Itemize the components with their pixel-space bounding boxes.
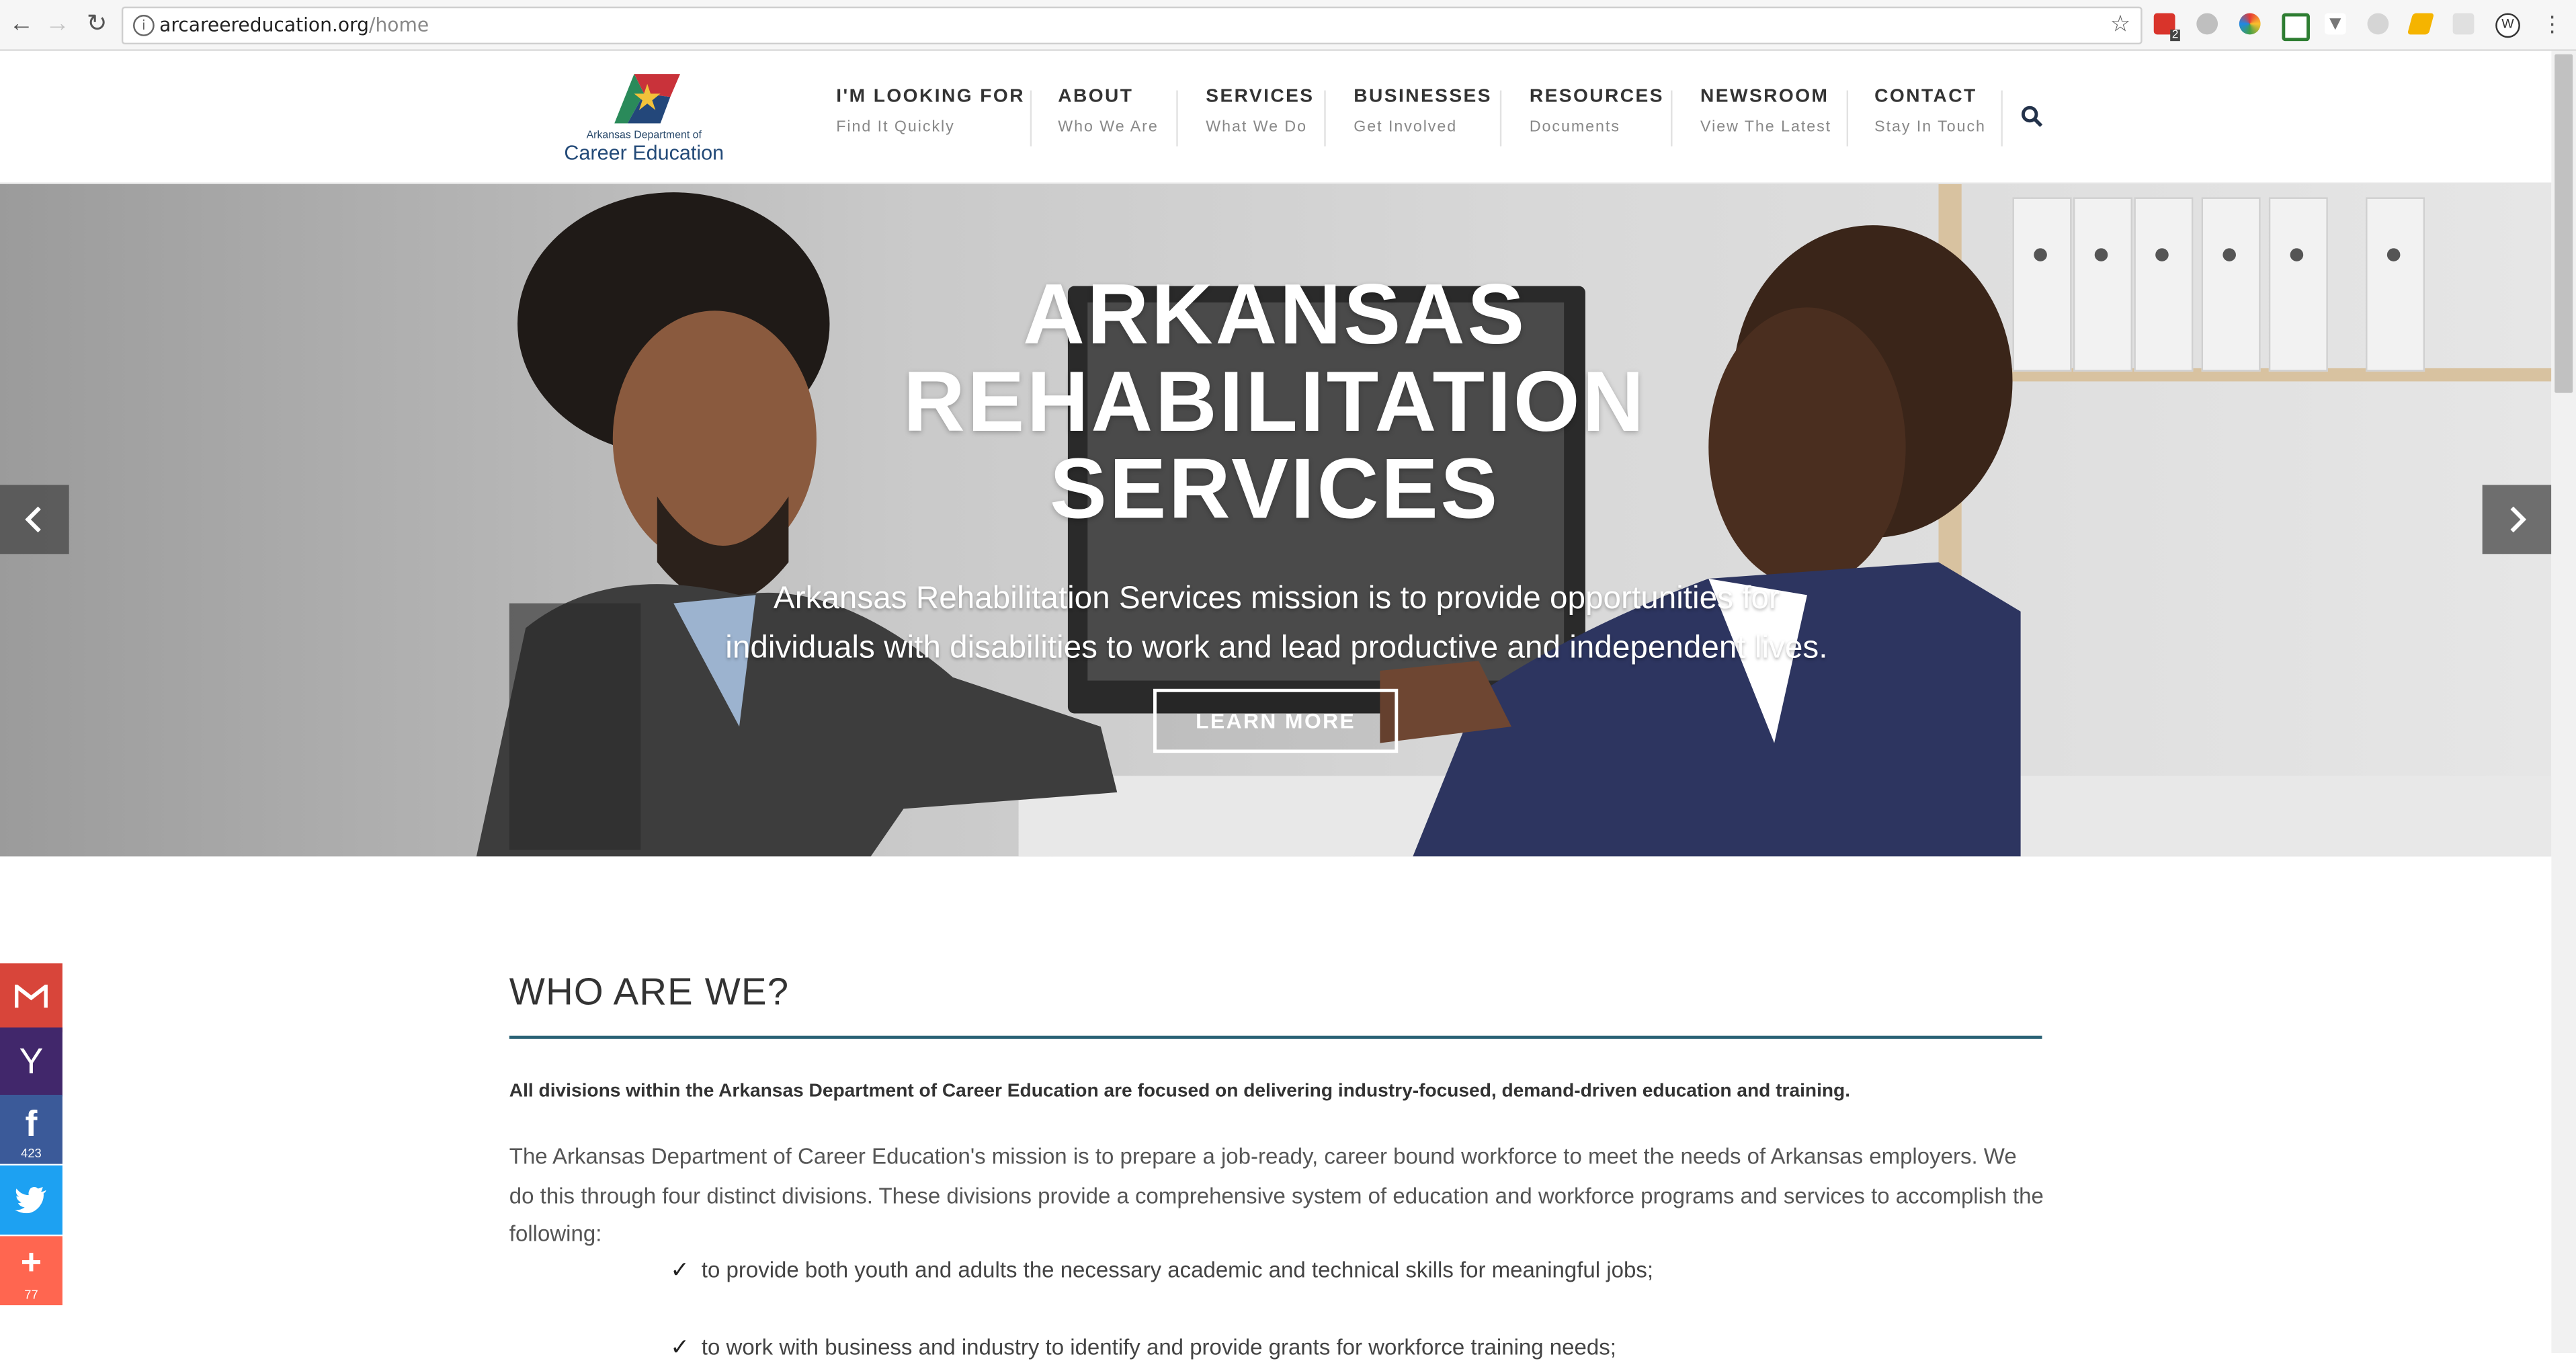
slider-next-button[interactable] — [2482, 485, 2552, 554]
scrollbar-thumb[interactable] — [2554, 54, 2573, 393]
menu-divider — [1499, 90, 1502, 147]
title-divider — [509, 1035, 2042, 1039]
twitter-share-button[interactable] — [0, 1165, 63, 1235]
search-icon[interactable] — [2021, 106, 2044, 128]
facebook-icon: f — [25, 1103, 38, 1145]
menu-item-newsroom[interactable]: NEWSROOM View The Latest — [1700, 87, 1831, 136]
logo-line-2: Career Education — [564, 141, 724, 165]
site-header: Arkansas Department of Career Education … — [0, 50, 2552, 184]
info-icon[interactable]: i — [133, 15, 155, 36]
bookmark-star-icon[interactable]: ☆ — [2110, 10, 2131, 38]
extension-grey-icon[interactable] — [2367, 13, 2389, 35]
extension-gmail-checker-icon[interactable]: 2 — [2153, 13, 2180, 42]
list-item: ✓ to provide both youth and adults the ne… — [670, 1256, 1653, 1284]
plus-icon: + — [20, 1241, 42, 1282]
site-logo[interactable]: Arkansas Department of Career Education — [558, 67, 729, 169]
menu-divider — [1176, 90, 1178, 147]
extension-color-icon[interactable] — [2239, 13, 2261, 35]
forward-icon[interactable]: → — [43, 10, 73, 40]
extension-drive-icon[interactable] — [2196, 13, 2218, 35]
reload-icon[interactable]: ↻ — [82, 10, 112, 40]
menu-item-about[interactable]: ABOUT Who We Are — [1058, 87, 1158, 136]
menu-divider — [1846, 90, 1849, 147]
yahoo-icon: Y — [19, 1040, 44, 1082]
more-share-count: 77 — [24, 1287, 38, 1303]
page-scrollbar[interactable] — [2551, 50, 2576, 1353]
menu-divider — [1030, 90, 1032, 147]
section-title: WHO ARE WE? — [509, 970, 790, 1013]
chevron-right-icon — [2510, 506, 2527, 533]
extension-pocket-icon[interactable] — [2282, 13, 2310, 42]
yahoo-share-button[interactable]: Y — [0, 1027, 63, 1097]
extension-box-icon[interactable] — [2452, 13, 2475, 35]
checkmark-icon: ✓ — [670, 1255, 690, 1282]
learn-more-button[interactable]: LEARN MORE — [1153, 688, 1399, 753]
mission-paragraph: The Arkansas Department of Career Educat… — [509, 1144, 2044, 1246]
list-item: ✓ to work with business and industry to i… — [670, 1333, 1616, 1361]
facebook-share-button[interactable]: f 423 — [0, 1094, 63, 1164]
extension-vue-icon[interactable]: ▼ — [2324, 12, 2346, 35]
hero-description: Arkansas Rehabilitation Services mission… — [725, 580, 1828, 666]
gmail-share-button[interactable] — [0, 963, 63, 1033]
browser-menu-icon[interactable]: ⋮ — [2542, 11, 2563, 38]
lead-text: All divisions within the Arkansas Depart… — [509, 1081, 1851, 1102]
menu-item-contact[interactable]: CONTACT Stay In Touch — [1874, 87, 1986, 136]
logo-mark-icon — [614, 74, 681, 124]
extension-pencil-icon[interactable] — [2407, 13, 2435, 35]
menu-divider — [2001, 90, 2003, 147]
menu-item-looking-for[interactable]: I'M LOOKING FOR Find It Quickly — [836, 87, 1025, 136]
checkmark-icon: ✓ — [670, 1333, 690, 1360]
chevron-left-icon — [25, 506, 41, 533]
menu-divider — [1671, 90, 1673, 147]
facebook-share-count: 423 — [21, 1145, 42, 1161]
gmail-icon — [15, 985, 48, 1008]
menu-item-businesses[interactable]: BUSINESSES Get Involved — [1354, 87, 1492, 136]
hero-slider: ARKANSAS REHABILITATION SERVICES Arkansa… — [0, 183, 2552, 857]
extension-wordpress-icon[interactable]: W — [2495, 13, 2520, 38]
menu-item-services[interactable]: SERVICES What We Do — [1206, 87, 1314, 136]
menu-divider — [1324, 90, 1326, 147]
address-url[interactable]: arcareereducation.org/home — [159, 13, 429, 36]
address-bar[interactable]: i arcareereducation.org/home ☆ — [121, 6, 2143, 45]
menu-item-resources[interactable]: RESOURCES Documents — [1530, 87, 1664, 136]
hero-title: ARKANSAS REHABILITATION SERVICES — [903, 267, 1647, 538]
logo-line-1: Arkansas Department of — [586, 130, 702, 142]
twitter-icon — [15, 1186, 46, 1214]
slider-prev-button[interactable] — [0, 485, 69, 554]
back-icon[interactable]: ← — [7, 10, 36, 40]
browser-toolbar: ← → ↻ i arcareereducation.org/home ☆ 2 ▼… — [0, 0, 2576, 51]
more-share-button[interactable]: + 77 — [0, 1236, 63, 1306]
